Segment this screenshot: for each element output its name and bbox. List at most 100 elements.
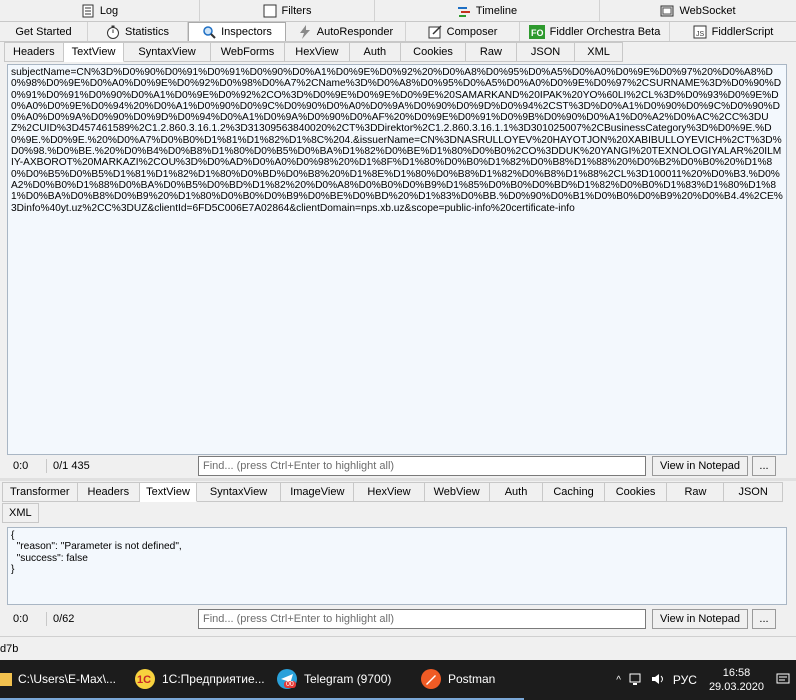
tab-autoresponder-label: AutoResponder <box>316 25 394 38</box>
resp-tab-label: JSON <box>738 486 768 498</box>
req-tab-label: TextView <box>71 46 116 58</box>
tab-fiddlerscript[interactable]: JS FiddlerScript <box>670 22 796 41</box>
tab-timeline[interactable]: Timeline <box>375 0 600 21</box>
system-tray: ^ РУС 16:58 29.03.2020 <box>616 660 796 700</box>
resp-tab-label: TextView <box>146 486 190 498</box>
splitter[interactable] <box>0 478 796 481</box>
req-tab-label: WebForms <box>220 46 275 58</box>
svg-text:1С: 1С <box>137 674 151 686</box>
status-divider <box>46 459 47 473</box>
resp-tab-hexview[interactable]: HexView <box>354 482 425 502</box>
req-tab-label: Cookies <box>413 46 453 58</box>
resp-tab-label: Transformer <box>10 486 70 498</box>
req-tab-syntaxview[interactable]: SyntaxView <box>124 42 211 62</box>
request-more-button[interactable]: ... <box>752 456 776 476</box>
tray-chevron-icon[interactable]: ^ <box>616 675 621 686</box>
taskbar-explorer-label: C:\Users\E-Max\... <box>18 672 117 686</box>
more-label: ... <box>759 460 769 472</box>
taskbar-telegram[interactable]: 00 Telegram (9700) <box>270 660 414 700</box>
view-notepad-label: View in Notepad <box>660 613 740 625</box>
tab-composer[interactable]: Composer <box>406 22 520 41</box>
resp-tab-raw[interactable]: Raw <box>667 482 725 502</box>
resp-tab-transformer[interactable]: Transformer <box>2 482 78 502</box>
composer-icon <box>428 24 442 39</box>
req-tab-json[interactable]: JSON <box>516 42 576 62</box>
tab-log[interactable]: Log <box>0 0 200 21</box>
taskbar-explorer[interactable]: C:\Users\E-Max\... <box>0 660 128 700</box>
tab-fiddler-orchestra-label: Fiddler Orchestra Beta <box>549 25 661 38</box>
notification-icon[interactable] <box>776 672 790 689</box>
resp-tab-headers[interactable]: Headers <box>77 482 141 502</box>
script-icon: JS <box>693 25 707 39</box>
tab-row-top: Log Filters Timeline WebSocket <box>0 0 796 22</box>
req-tab-webforms[interactable]: WebForms <box>210 42 286 62</box>
request-find-input[interactable]: Find... (press Ctrl+Enter to highlight a… <box>198 456 646 476</box>
network-icon[interactable] <box>629 672 643 689</box>
resp-tab-json[interactable]: JSON <box>724 482 783 502</box>
taskbar-postman[interactable]: Postman <box>414 660 524 700</box>
tab-log-label: Log <box>99 4 119 17</box>
tab-statistics-label: Statistics <box>124 25 169 38</box>
taskbar-1c[interactable]: 1С 1С:Предприятие... <box>128 660 270 700</box>
language-indicator[interactable]: РУС <box>673 673 697 687</box>
tab-row-main: Get Started Statistics Inspectors AutoRe… <box>0 22 796 42</box>
cursor-position: 0:0 <box>13 613 29 625</box>
resp-tab-imageview[interactable]: ImageView <box>281 482 355 502</box>
req-tab-auth[interactable]: Auth <box>349 42 402 62</box>
resp-tab-caching[interactable]: Caching <box>543 482 605 502</box>
response-subtabs: Transformer Headers TextView SyntaxView … <box>2 482 783 502</box>
response-view-notepad-button[interactable]: View in Notepad <box>652 609 748 629</box>
clock-time: 16:58 <box>722 667 751 679</box>
request-textview[interactable]: subjectName=CN%3D%D0%90%D0%91%D0%91%D0%9… <box>7 64 787 455</box>
req-tab-label: Raw <box>479 46 502 58</box>
req-tab-cookies[interactable]: Cookies <box>401 42 466 62</box>
request-view-notepad-button[interactable]: View in Notepad <box>652 456 748 476</box>
resp-tab-xml[interactable]: XML <box>2 503 39 523</box>
resp-tab-label: WebView <box>433 486 480 498</box>
req-tab-raw[interactable]: Raw <box>465 42 517 62</box>
folder-icon <box>0 669 12 689</box>
req-tab-label: JSON <box>530 46 561 58</box>
resp-tab-label: HexView <box>367 486 411 498</box>
req-tab-xml[interactable]: XML <box>575 42 623 62</box>
resp-tab-webview[interactable]: WebView <box>424 482 490 502</box>
postman-icon <box>420 668 442 690</box>
req-tab-hexview[interactable]: HexView <box>285 42 350 62</box>
taskbar-telegram-label: Telegram (9700) <box>304 672 392 686</box>
tab-websocket[interactable]: WebSocket <box>600 0 796 21</box>
resp-tab-cookies[interactable]: Cookies <box>604 482 668 502</box>
req-tab-textview[interactable]: TextView <box>63 42 125 62</box>
tab-get-started[interactable]: Get Started <box>0 22 88 41</box>
req-tab-headers[interactable]: Headers <box>4 42 64 62</box>
lightning-icon <box>298 24 312 39</box>
selection-count: 0/62 <box>53 613 75 625</box>
response-body-text: { "reason": "Parameter is not defined", … <box>11 530 182 575</box>
volume-icon[interactable] <box>651 672 665 689</box>
tab-autoresponder[interactable]: AutoResponder <box>286 22 406 41</box>
tab-fiddler-orchestra[interactable]: FO Fiddler Orchestra Beta <box>520 22 670 41</box>
timeline-icon <box>457 4 471 18</box>
log-icon <box>81 4 95 18</box>
tab-statistics[interactable]: Statistics <box>88 22 188 41</box>
resp-tab-syntaxview[interactable]: SyntaxView <box>196 482 282 502</box>
filters-icon <box>263 4 277 18</box>
find-placeholder: Find... (press Ctrl+Enter to highlight a… <box>203 613 395 625</box>
resp-tab-label: Headers <box>87 486 130 498</box>
tab-inspectors[interactable]: Inspectors <box>188 22 286 41</box>
inspectors-icon <box>202 25 216 39</box>
tab-filters[interactable]: Filters <box>200 0 375 21</box>
response-textview[interactable]: { "reason": "Parameter is not defined", … <box>7 527 787 605</box>
resp-tab-auth[interactable]: Auth <box>489 482 544 502</box>
request-subtabs: Headers TextView SyntaxView WebForms Hex… <box>4 42 623 62</box>
orchestra-icon: FO <box>528 24 545 39</box>
resp-tab-textview[interactable]: TextView <box>140 482 197 502</box>
clock[interactable]: 16:58 29.03.2020 <box>705 666 768 694</box>
req-tab-label: Auth <box>363 46 387 58</box>
find-placeholder: Find... (press Ctrl+Enter to highlight a… <box>203 460 395 472</box>
response-find-input[interactable]: Find... (press Ctrl+Enter to highlight a… <box>198 609 646 629</box>
req-tab-label: HexView <box>295 46 339 58</box>
response-more-button[interactable]: ... <box>752 609 776 629</box>
resp-tab-label: Cookies <box>615 486 656 498</box>
bottom-status-text: d7b <box>0 643 19 655</box>
1c-icon: 1С <box>134 668 156 690</box>
